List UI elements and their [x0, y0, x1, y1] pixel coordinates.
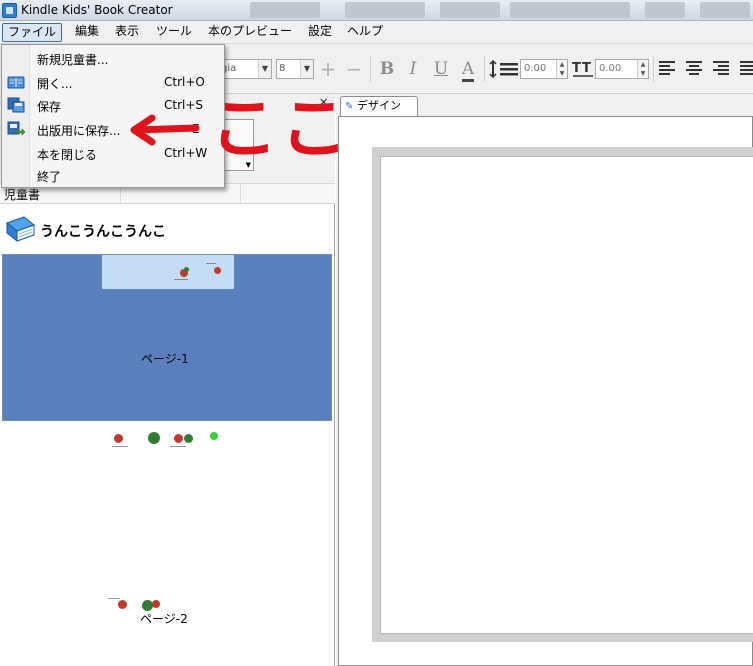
- publish-save-icon: [7, 121, 25, 136]
- align-right-icon[interactable]: [713, 60, 731, 77]
- apple-image: [152, 600, 160, 608]
- page-thumbnail-3[interactable]: [0, 594, 333, 634]
- menu-settings[interactable]: 設定: [303, 23, 337, 42]
- design-panel: ✎ デザイン: [336, 94, 753, 666]
- leaf-image: [184, 267, 189, 272]
- title-bar: Kindle Kids' Book Creator: [0, 0, 753, 21]
- char-spacing-input[interactable]: 0.00 ▲ ▼: [595, 59, 649, 79]
- toolbar-separator: [370, 56, 371, 82]
- text-line: [174, 279, 188, 280]
- menu-item-label: 開く...: [37, 77, 73, 91]
- menu-item-label: 出版用に保存...: [37, 124, 121, 138]
- menu-bar: ファイル 編集 表示 ツール 本のプレビュー 設定 ヘルプ: [0, 21, 753, 44]
- watermelon-image: [184, 434, 193, 443]
- blurred-tab: [440, 2, 500, 18]
- page-1-label: ページ-1: [141, 352, 189, 366]
- text-line: [112, 446, 128, 447]
- app-icon: [2, 3, 17, 18]
- menu-help[interactable]: ヘルプ: [342, 23, 388, 42]
- blurred-tab: [510, 2, 630, 18]
- window-title: Kindle Kids' Book Creator: [21, 3, 173, 17]
- menu-item-label: 終了: [37, 170, 62, 184]
- zoom-in-icon[interactable]: +: [317, 57, 339, 81]
- italic-icon[interactable]: I: [402, 57, 424, 81]
- chevron-down-icon[interactable]: ▼: [300, 60, 313, 78]
- blurred-tab: [250, 2, 320, 18]
- annotation-text: ここ: [210, 90, 351, 169]
- column-header-label: 児童書: [4, 188, 41, 202]
- page-1-image-preview: [102, 255, 234, 289]
- svg-text:T: T: [582, 61, 591, 76]
- book-item[interactable]: うんこうんこうんこ: [0, 212, 335, 250]
- watermelon-image: [148, 432, 160, 444]
- blurred-tab: [345, 2, 425, 18]
- menu-item-shortcut: Ctrl+O: [164, 75, 205, 89]
- spin-updown-icon[interactable]: ▲ ▼: [556, 60, 567, 78]
- font-size-combo[interactable]: 8 ▼: [276, 59, 314, 79]
- chevron-down-icon[interactable]: ▼: [258, 60, 271, 78]
- align-center-icon[interactable]: [686, 60, 704, 77]
- column-divider: [240, 184, 241, 204]
- char-spacing-value: 0.00: [599, 63, 622, 74]
- toolbar-separator: [484, 56, 485, 82]
- page-canvas[interactable]: [380, 156, 753, 634]
- menu-item-open[interactable]: 開く... Ctrl+O: [2, 71, 224, 94]
- leaf-image: [210, 432, 218, 440]
- bold-icon[interactable]: B: [376, 57, 398, 81]
- book-title: うんこうんこうんこ: [40, 224, 166, 240]
- blurred-tab: [700, 2, 750, 18]
- book-icon: [5, 216, 36, 243]
- tab-design-label: デザイン: [357, 99, 401, 112]
- line-spacing-icon[interactable]: [489, 60, 519, 78]
- menu-view[interactable]: 表示: [110, 23, 144, 42]
- design-canvas[interactable]: [338, 116, 753, 666]
- char-spacing-icon[interactable]: T T: [572, 59, 594, 79]
- apple-image: [174, 434, 183, 443]
- menu-tools[interactable]: ツール: [151, 23, 197, 42]
- menu-item-label: 保存: [37, 100, 62, 114]
- align-left-icon[interactable]: [659, 60, 677, 77]
- underline-icon[interactable]: U: [430, 57, 452, 81]
- svg-text:T: T: [572, 61, 581, 76]
- menu-item-label: 新規児童書...: [37, 53, 109, 67]
- menu-book-preview[interactable]: 本のプレビュー: [203, 23, 297, 42]
- menu-item-label: 本を閉じる: [37, 148, 98, 162]
- menu-item-new-book[interactable]: 新規児童書...: [2, 47, 224, 70]
- page-thumbnail-1[interactable]: ページ-1: [2, 254, 332, 421]
- page-frame: [372, 147, 753, 642]
- menu-item-exit[interactable]: 終了: [2, 164, 224, 187]
- font-size-value: 8: [279, 63, 286, 74]
- line-spacing-value: 0.00: [524, 63, 547, 74]
- tab-design[interactable]: ✎ デザイン: [340, 96, 418, 116]
- apple-image: [214, 267, 221, 274]
- text-line: [206, 263, 216, 264]
- toolbar-separator: [653, 56, 654, 82]
- blurred-tab: [645, 2, 685, 18]
- line-spacing-input[interactable]: 0.00 ▲ ▼: [520, 59, 568, 79]
- apple-image: [114, 434, 123, 443]
- menu-file[interactable]: ファイル: [2, 23, 63, 42]
- spin-updown-icon[interactable]: ▲ ▼: [637, 60, 648, 78]
- open-book-icon: [7, 76, 25, 89]
- save-icon: [7, 97, 25, 113]
- text-line: [170, 446, 186, 447]
- menu-edit[interactable]: 編集: [70, 23, 104, 42]
- font-color-icon[interactable]: A: [457, 57, 479, 82]
- apple-image: [118, 600, 127, 609]
- justify-icon[interactable]: [740, 60, 753, 77]
- zoom-out-icon[interactable]: −: [343, 57, 365, 81]
- text-line: [108, 598, 120, 599]
